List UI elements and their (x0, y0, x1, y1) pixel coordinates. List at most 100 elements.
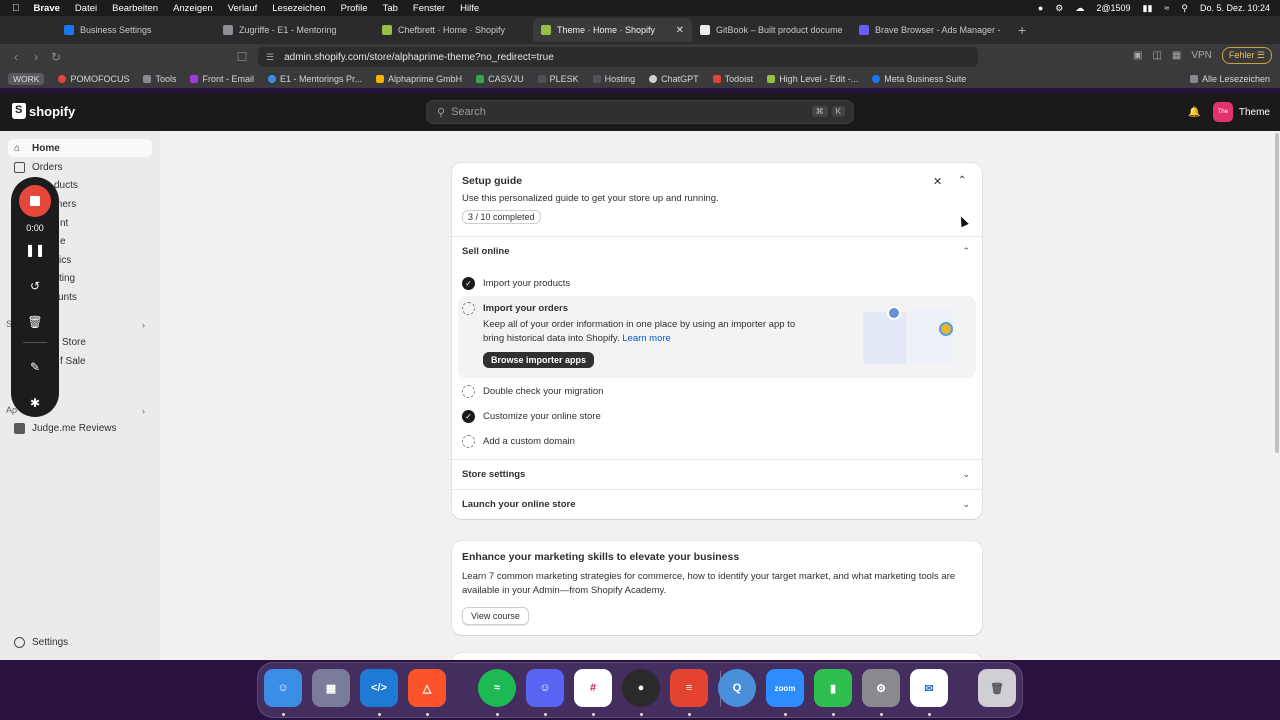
menu-lesezeichen[interactable]: Lesezeichen (272, 3, 325, 14)
effects-icon[interactable]: ✱ (11, 396, 59, 410)
forward-icon[interactable]: › (26, 50, 46, 64)
zoom-status-icon[interactable]: ● (1038, 3, 1043, 13)
vscode-icon[interactable]: </> (360, 669, 398, 707)
bookmark-todoist[interactable]: Todoist (712, 74, 753, 84)
wallet-icon[interactable]: ▦ (1172, 50, 1181, 61)
sidebar-item-home[interactable]: ⌂ Home (8, 139, 152, 157)
wifi-icon[interactable]: ≈ (1164, 3, 1169, 13)
bookmark-all[interactable]: Alle Lesezeichen (1189, 74, 1270, 84)
task-import-products[interactable]: ✓ Import your products (462, 277, 570, 290)
bookmark-chatgpt[interactable]: ChatGPT (649, 74, 699, 84)
shopify-logo[interactable]: shopify (12, 103, 75, 119)
tab-gitbook[interactable]: GitBook – Built product documen (692, 18, 851, 42)
new-tab-icon[interactable]: + (1018, 22, 1026, 38)
menu-tab[interactable]: Tab (383, 3, 398, 14)
menu-datei[interactable]: Datei (75, 3, 97, 14)
todoist-icon[interactable]: ≡ (670, 669, 708, 707)
screen-recorder-icon[interactable]: ● (622, 669, 660, 707)
bookmark-alphaprime[interactable]: Alphaprime GmbH (376, 74, 462, 84)
store-settings-section-header[interactable]: Store settings ⌄ (452, 459, 982, 489)
spotlight-search-icon[interactable]: ⚲ (1181, 3, 1188, 14)
tab-close-icon[interactable]: ✕ (676, 25, 684, 36)
apple-icon[interactable]:  (12, 3, 20, 14)
bookmark-tools[interactable]: Tools (143, 74, 176, 84)
store-name[interactable]: Theme (1239, 107, 1270, 118)
sidebar-item-orders[interactable]: Orders (8, 158, 152, 176)
tab-chefbrett[interactable]: Chefbrett · Home · Shopify (374, 18, 533, 42)
discord-icon[interactable]: ☺ (526, 669, 564, 707)
sales-channels-chevron-icon[interactable]: › (142, 320, 145, 330)
menubar-clock[interactable]: Do. 5. Dez. 10:24 (1200, 3, 1270, 13)
launchpad-icon[interactable]: ▦ (312, 669, 350, 707)
bookmark-front-email[interactable]: Front - Email (190, 74, 254, 84)
bookmark-hosting[interactable]: Hosting (592, 74, 635, 84)
store-avatar[interactable]: The (1212, 102, 1233, 122)
pause-icon[interactable]: ❚❚ (11, 243, 59, 257)
menu-fenster[interactable]: Fenster (413, 3, 445, 14)
notification-bell-icon[interactable]: 🔔 (1188, 107, 1200, 118)
tab-brave-ads[interactable]: Brave Browser - Ads Manager - M (851, 18, 1010, 42)
back-icon[interactable]: ‹ (6, 50, 26, 64)
incomplete-circle-icon[interactable] (462, 302, 475, 315)
numbers-icon[interactable]: ▮ (814, 669, 852, 707)
pencil-icon[interactable]: ✎ (11, 360, 59, 374)
menu-anzeigen[interactable]: Anzeigen (173, 3, 213, 14)
system-settings-icon[interactable]: ⚙ (862, 669, 900, 707)
url-bar[interactable]: ☰ admin.shopify.com/store/alphaprime-the… (258, 47, 978, 67)
sidebar-item-judgeme[interactable]: Judge.me Reviews (8, 419, 152, 437)
reload-icon[interactable]: ↻ (46, 50, 66, 64)
menu-verlauf[interactable]: Verlauf (228, 3, 258, 14)
sell-online-section-header[interactable]: Sell online ⌃ (452, 236, 982, 266)
battery-icon[interactable]: ▮▮ (1143, 3, 1153, 14)
sidebar-item-settings[interactable]: Settings (8, 633, 152, 651)
restart-icon[interactable]: ↺ (11, 279, 59, 293)
main-scrollbar[interactable] (1274, 131, 1280, 660)
vpn-button[interactable]: VPN (1191, 50, 1212, 61)
task-custom-domain[interactable]: Add a custom domain (462, 435, 575, 448)
apps-chevron-icon[interactable]: › (142, 406, 145, 416)
cloud-status-icon[interactable]: ☁ (1075, 3, 1084, 14)
error-button[interactable]: Fehler ☰ (1221, 47, 1272, 64)
task-import-orders[interactable]: Import your orders (462, 302, 568, 315)
stop-recording-button[interactable] (19, 185, 51, 217)
menu-app-name[interactable]: Brave (34, 3, 60, 14)
trash-icon[interactable]: 🗑 (11, 315, 59, 329)
bookmark-work-folder[interactable]: WORK (8, 73, 45, 85)
learn-more-link[interactable]: Learn more (622, 333, 671, 344)
zoom-icon[interactable]: zoom (766, 669, 804, 707)
menu-profile[interactable]: Profile (341, 3, 368, 14)
tab-business-settings[interactable]: Business Settings (56, 18, 215, 42)
site-info-icon[interactable]: ☰ (266, 52, 274, 63)
slack-icon[interactable]: # (574, 669, 612, 707)
dismiss-close-icon[interactable]: ✕ (933, 175, 942, 188)
sidebar-icon[interactable]: ◫ (1152, 50, 1161, 61)
bookmark-casvju[interactable]: CASVJU (476, 74, 524, 84)
view-course-button[interactable]: View course (462, 607, 529, 625)
bookmark-e1-mentorings[interactable]: E1 - Mentorings Pr... (268, 74, 362, 84)
task-double-check-migration[interactable]: Double check your migration (462, 385, 603, 398)
browse-importer-apps-button[interactable]: Browse importer apps (483, 352, 595, 368)
tab-zugriffe[interactable]: Zugriffe - E1 - Mentoring (215, 18, 374, 42)
menu-hilfe[interactable]: Hilfe (460, 3, 479, 14)
bookmark-plesk[interactable]: PLESK (537, 74, 579, 84)
bookmark-meta-suite[interactable]: Meta Business Suite (872, 74, 966, 84)
incomplete-circle-icon[interactable] (462, 435, 475, 448)
brave-icon[interactable]: △ (408, 669, 446, 707)
incomplete-circle-icon[interactable] (462, 385, 475, 398)
bookmark-pomofocus[interactable]: POMOFOCUS (58, 74, 129, 84)
admin-search-input[interactable]: ⚲ Search ⌘ K (426, 100, 854, 124)
mail-icon[interactable]: ✉ (910, 669, 948, 707)
menu-bearbeiten[interactable]: Bearbeiten (112, 3, 158, 14)
gear-status-icon[interactable]: ⚙ (1055, 3, 1063, 14)
collapse-chevron-up-icon[interactable]: ⌃ (958, 175, 966, 186)
scrollbar-thumb[interactable] (1275, 133, 1279, 453)
bookmark-icon[interactable]: ☐ (232, 50, 252, 64)
quicktime-icon[interactable]: Q (718, 669, 756, 707)
task-customize-store[interactable]: ✓ Customize your online store (462, 410, 601, 423)
bookmark-high-level[interactable]: High Level - Edit -... (767, 74, 858, 84)
trash-icon[interactable]: 🗑 (978, 669, 1016, 707)
status-counter[interactable]: 2@1509 (1096, 3, 1130, 13)
extensions-icon[interactable]: ▣ (1133, 50, 1142, 61)
finder-icon[interactable]: ☺ (264, 669, 302, 707)
launch-store-section-header[interactable]: Launch your online store ⌄ (452, 489, 982, 519)
